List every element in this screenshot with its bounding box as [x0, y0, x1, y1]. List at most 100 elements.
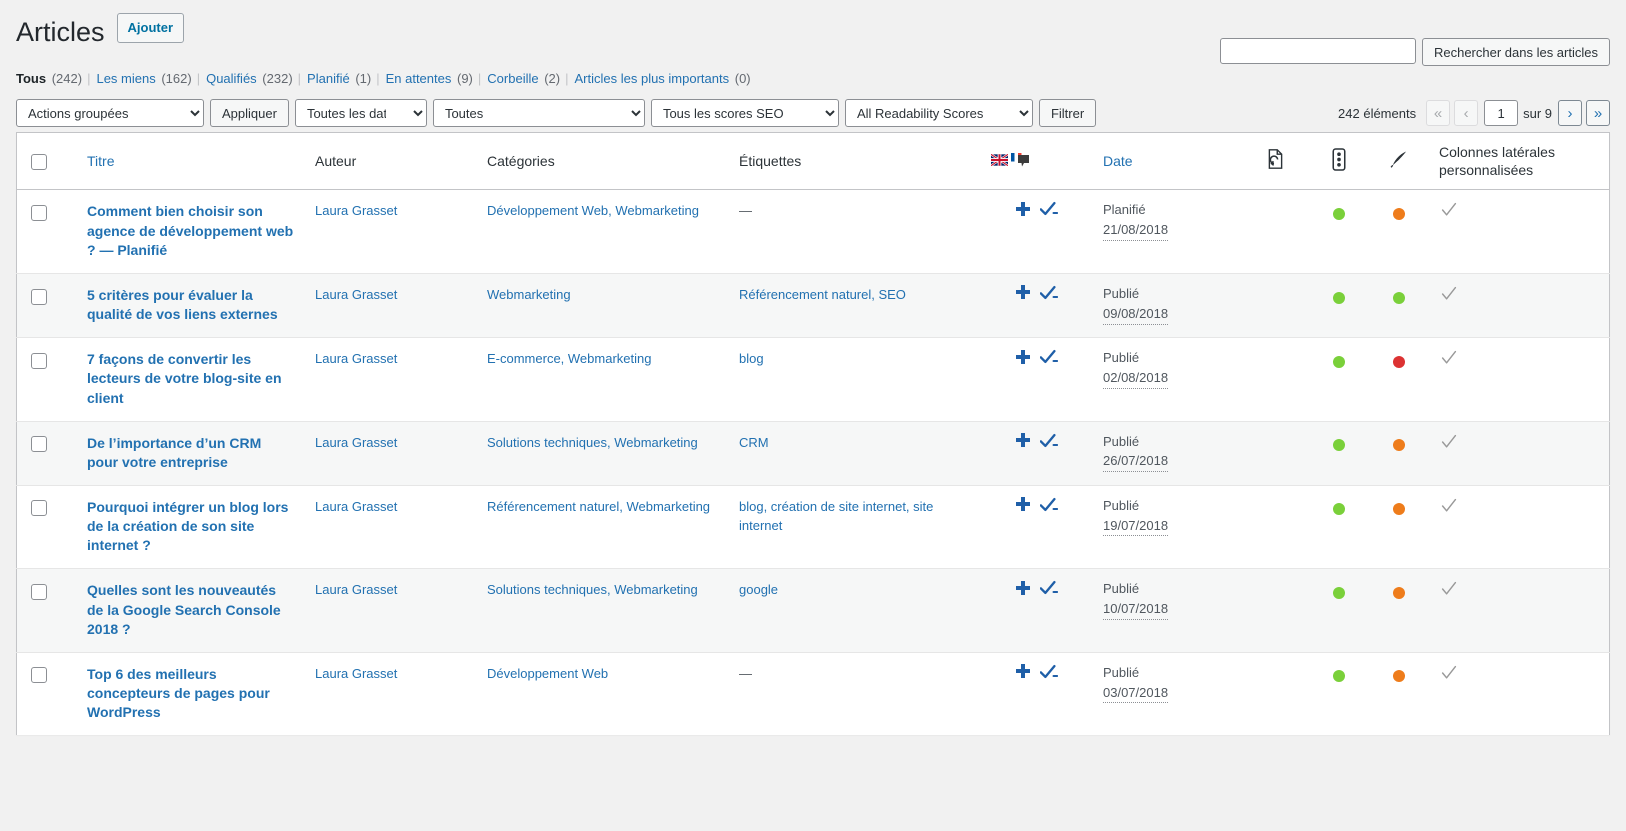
view-separator: | [196, 71, 201, 87]
readability-score-dot[interactable] [1393, 503, 1405, 516]
edit-translation-icon[interactable] [1040, 201, 1058, 216]
readability-score-dot[interactable] [1393, 291, 1405, 304]
author-link[interactable]: Laura Grasset [315, 582, 397, 597]
author-link[interactable]: Laura Grasset [315, 287, 397, 302]
filter-button[interactable]: Filtrer [1038, 99, 1097, 128]
cell-sidebar-columns [1429, 484, 1610, 569]
readability-score-dot[interactable] [1393, 208, 1405, 221]
author-link[interactable]: Laura Grasset [315, 203, 397, 218]
edit-translation-icon[interactable] [1040, 497, 1058, 512]
cell-languages [981, 568, 1093, 653]
categories-links[interactable]: Développement Web, Webmarketing [487, 203, 699, 218]
seo-score-dot[interactable] [1333, 355, 1345, 368]
categories-links[interactable]: Solutions techniques, Webmarketing [487, 435, 698, 450]
author-link[interactable]: Laura Grasset [315, 499, 397, 514]
view-link-corbeille[interactable]: Corbeille [487, 71, 538, 86]
edit-translation-icon[interactable] [1040, 664, 1058, 679]
edit-translation-icon[interactable] [1040, 580, 1058, 595]
cell-tags: CRM [729, 420, 981, 486]
post-title-link[interactable]: Quelles sont les nouveautés de la Google… [87, 581, 295, 639]
edit-translation-icon[interactable] [1040, 433, 1058, 448]
prev-page-button[interactable]: ‹ [1454, 100, 1479, 127]
tablenav-top: Actions groupées Appliquer Toutes les da… [16, 98, 1610, 128]
add-translation-icon[interactable] [1016, 580, 1030, 595]
cell-seo-score [1309, 190, 1369, 273]
post-status-label: Publié [1103, 285, 1140, 301]
search-input[interactable] [1219, 38, 1416, 64]
view-link-qualifies[interactable]: Qualifiés [206, 71, 257, 86]
categories-links[interactable]: E-commerce, Webmarketing [487, 351, 651, 366]
row-checkbox[interactable] [31, 667, 47, 684]
cell-author: Laura Grasset [305, 568, 477, 653]
first-page-button[interactable]: « [1426, 100, 1451, 127]
apply-bulk-action-button[interactable]: Appliquer [210, 99, 289, 128]
select-all-checkbox[interactable] [31, 154, 47, 171]
language-actions [1016, 664, 1058, 679]
view-link-en-attentes[interactable]: En attentes [386, 71, 452, 86]
table-row: Comment bien choisir son agence de dével… [16, 189, 1610, 274]
date-filter-select[interactable]: Toutes les dates [294, 99, 427, 128]
readability-score-filter-select[interactable]: All Readability Scores [844, 99, 1033, 128]
seo-score-dot[interactable] [1333, 503, 1345, 516]
edit-translation-icon[interactable] [1040, 285, 1058, 300]
categories-links[interactable]: Webmarketing [487, 287, 571, 302]
search-submit-button[interactable]: Rechercher dans les articles [1421, 38, 1610, 66]
author-link[interactable]: Laura Grasset [315, 666, 397, 681]
view-link-les-miens[interactable]: Les miens [96, 71, 155, 86]
add-translation-icon[interactable] [1016, 201, 1030, 216]
readability-score-dot[interactable] [1393, 355, 1405, 368]
view-separator: | [477, 71, 482, 87]
tags-links[interactable]: google [739, 582, 778, 597]
row-checkbox[interactable] [31, 583, 47, 600]
category-filter-select[interactable]: Toutes [432, 99, 645, 128]
seo-score-dot[interactable] [1333, 291, 1345, 304]
post-title-link[interactable]: Top 6 des meilleurs concepteurs de pages… [87, 665, 295, 723]
next-page-button[interactable]: › [1558, 100, 1582, 127]
seo-score-filter-select[interactable]: Tous les scores SEO [650, 99, 839, 128]
seo-score-dot[interactable] [1333, 439, 1345, 452]
table-row: De l’importance d’un CRM pour votre entr… [16, 420, 1610, 486]
post-title-link[interactable]: De l’importance d’un CRM pour votre entr… [87, 434, 295, 473]
row-checkbox[interactable] [31, 500, 47, 517]
categories-links[interactable]: Référencement naturel, Webmarketing [487, 499, 710, 514]
tags-links[interactable]: CRM [739, 435, 769, 450]
author-link[interactable]: Laura Grasset [315, 351, 397, 366]
row-checkbox[interactable] [31, 288, 47, 305]
post-title-link[interactable]: Pourquoi intégrer un blog lors de la cré… [87, 498, 295, 556]
categories-links[interactable]: Développement Web [487, 666, 608, 681]
view-link-planifie[interactable]: Planifié [307, 71, 350, 86]
column-header-date-label[interactable]: Date [1103, 153, 1133, 169]
cell-tags: Référencement naturel, SEO [729, 272, 981, 338]
add-translation-icon[interactable] [1016, 285, 1030, 300]
add-translation-icon[interactable] [1016, 349, 1030, 364]
add-new-post-button[interactable]: Ajouter [116, 12, 185, 44]
view-link-articles-importants[interactable]: Articles les plus importants [575, 71, 730, 86]
view-link-tous[interactable]: Tous [16, 71, 46, 86]
column-header-title-label[interactable]: Titre [87, 153, 114, 169]
seo-score-dot[interactable] [1333, 586, 1345, 599]
current-page-input[interactable] [1484, 100, 1519, 127]
row-checkbox[interactable] [31, 352, 47, 369]
seo-score-dot[interactable] [1333, 670, 1345, 683]
readability-score-dot[interactable] [1393, 670, 1405, 683]
last-page-button[interactable]: » [1586, 100, 1610, 127]
row-checkbox[interactable] [31, 436, 47, 453]
readability-score-dot[interactable] [1393, 586, 1405, 599]
seo-score-dot[interactable] [1333, 208, 1345, 221]
add-translation-icon[interactable] [1016, 433, 1030, 448]
row-checkbox[interactable] [31, 205, 47, 222]
edit-translation-icon[interactable] [1040, 349, 1058, 364]
categories-links[interactable]: Solutions techniques, Webmarketing [487, 582, 698, 597]
tags-links[interactable]: blog [739, 351, 764, 366]
add-translation-icon[interactable] [1016, 664, 1030, 679]
post-title-link[interactable]: 5 critères pour évaluer la qualité de vo… [87, 286, 295, 325]
tags-links[interactable]: blog, création de site internet, site in… [739, 499, 933, 533]
tags-links[interactable]: Référencement naturel, SEO [739, 287, 906, 302]
author-link[interactable]: Laura Grasset [315, 435, 397, 450]
post-title-link[interactable]: Comment bien choisir son agence de dével… [87, 202, 295, 260]
post-title-link[interactable]: 7 façons de convertir les lecteurs de vo… [87, 350, 295, 408]
readability-score-dot[interactable] [1393, 439, 1405, 452]
cell-seo-score [1309, 272, 1369, 338]
bulk-actions-select[interactable]: Actions groupées [16, 99, 204, 128]
add-translation-icon[interactable] [1016, 497, 1030, 512]
